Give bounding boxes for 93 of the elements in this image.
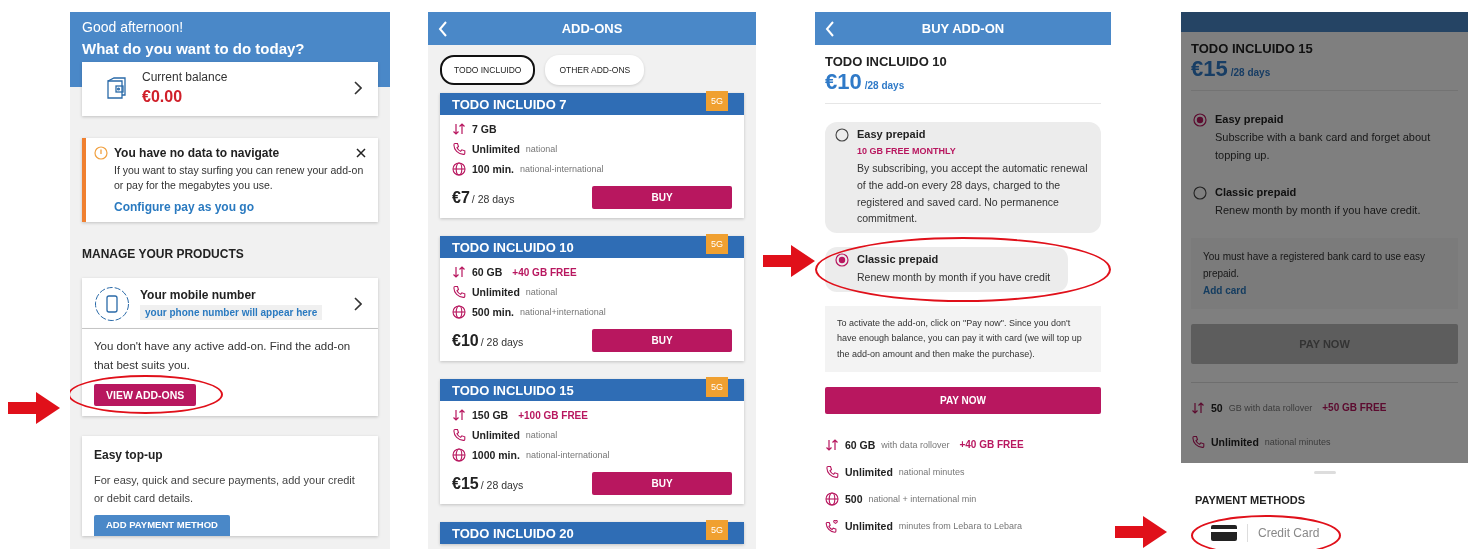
free-extra-label: +40 GB FREE bbox=[959, 439, 1024, 451]
price-period: /28 days bbox=[864, 80, 905, 91]
screen-title: BUY ADD-ON bbox=[920, 21, 1006, 36]
feature-value: 500 min. bbox=[472, 306, 515, 318]
plan-name: TODO INCLUIDO 10 bbox=[452, 239, 574, 255]
feature-value: 60 GB bbox=[472, 266, 503, 278]
view-addons-button[interactable]: VIEW ADD-ONS bbox=[94, 384, 197, 407]
configure-link[interactable]: Configure pay as you go bbox=[94, 200, 254, 215]
pay-now-button[interactable]: PAY NOW bbox=[825, 386, 1101, 414]
feature-detail: national minutes bbox=[1264, 436, 1331, 447]
balance-amount: €0.00 bbox=[142, 88, 184, 106]
feature-detail: national bbox=[525, 144, 558, 154]
option-text: Renew month by month if you have credit bbox=[857, 270, 1051, 286]
buy-button[interactable]: BUY bbox=[592, 329, 732, 352]
plan-price: €15 bbox=[1191, 56, 1228, 81]
5g-badge: 5G bbox=[706, 520, 728, 540]
notice-text: You must have a registered bank card to use easy prepaid. bbox=[1203, 250, 1425, 279]
5g-badge: 5G bbox=[706, 91, 728, 111]
addon-message: You don't have any active add-on. Find the add-on that best suits you. bbox=[94, 339, 352, 373]
feature-detail: minutes from Lebara to Lebara bbox=[898, 520, 1022, 531]
plan-option[interactable]: Classic prepaid Renew month by month if you have credit. bbox=[1191, 182, 1458, 224]
plan-price: €15 bbox=[452, 474, 479, 492]
plan-price: €7 bbox=[452, 188, 470, 206]
plan-price: €10 bbox=[825, 69, 862, 94]
option-text: By subscribing, you accept the automatic renewal of the add-on every 28 days, charged to the registered and saved card. No permanence commitment. bbox=[857, 161, 1089, 227]
feature-detail: national + international min bbox=[868, 493, 977, 504]
price-period: / 28 days bbox=[480, 478, 524, 491]
add-payment-button[interactable]: ADD PAYMENT METHOD bbox=[94, 515, 230, 537]
option-title: Easy prepaid bbox=[857, 128, 927, 140]
feature-value: Unlimited bbox=[472, 429, 520, 441]
buy-button[interactable]: BUY bbox=[592, 472, 732, 495]
free-extra-label: +40 GB FREE bbox=[512, 266, 577, 278]
plan-option[interactable]: Classic prepaid Renew month by month if you have credit bbox=[825, 247, 1068, 292]
balance-label: Current balance bbox=[142, 70, 229, 84]
5g-badge: 5G bbox=[706, 377, 728, 397]
method-label: Credit Card bbox=[1258, 526, 1320, 540]
buy-button[interactable]: BUY bbox=[592, 186, 732, 209]
sheet-title: PAYMENT METHODS bbox=[1195, 494, 1306, 506]
5g-badge: 5G bbox=[706, 234, 728, 254]
feature-detail: national bbox=[525, 430, 558, 440]
feature-value: 1000 min. bbox=[472, 449, 520, 461]
payment-method[interactable]: Credit Card bbox=[1195, 520, 1336, 546]
phone-number-hint: your phone number will appear here bbox=[140, 305, 323, 321]
option-highlight: 10 GB FREE MONTHLY bbox=[857, 146, 957, 156]
feature-value: Unlimited bbox=[845, 465, 893, 478]
feature-detail: national-international bbox=[520, 164, 604, 174]
feature-value: 100 min. bbox=[472, 163, 515, 175]
header-title: What do you want to do today? bbox=[82, 40, 306, 57]
feature-detail: national+international bbox=[520, 307, 606, 317]
topup-text: For easy, quick and secure payments, add your credit or debit card details. bbox=[94, 473, 356, 506]
feature-value: Unlimited bbox=[472, 286, 520, 298]
option-title: Easy prepaid bbox=[1215, 113, 1285, 125]
feature-value: 50 bbox=[1211, 401, 1223, 414]
option-text: Renew month by month if you have credit. bbox=[1215, 203, 1421, 219]
feature-detail: with data rollover bbox=[881, 439, 950, 450]
alert-title: You have no data to navigate bbox=[114, 146, 281, 160]
plan-name: TODO INCLUIDO 15 bbox=[452, 382, 574, 398]
screen-title: ADD-ONS bbox=[560, 21, 624, 36]
mobile-title: Your mobile number bbox=[140, 288, 257, 303]
mobile-number-card[interactable]: Your mobile number your phone number will appear here bbox=[82, 278, 378, 330]
topup-title: Easy top-up bbox=[94, 448, 164, 463]
free-extra-label: +50 GB FREE bbox=[1322, 402, 1387, 414]
feature-value: 150 GB bbox=[472, 409, 509, 421]
plan-name: TODO INCLUIDO 20 bbox=[452, 525, 574, 541]
option-title: Classic prepaid bbox=[1215, 186, 1298, 199]
option-text: Subscribe with a bank card and forget about topping up. bbox=[1215, 130, 1432, 163]
feature-value: 60 GB bbox=[845, 438, 876, 451]
feature-detail: national bbox=[525, 287, 558, 297]
notice-text: To activate the add-on, click on "Pay now". Since you don't have enough balance, you can pay it with card (we will top up the add-on amount and then make the purchase). bbox=[837, 318, 1082, 359]
feature-value: Unlimited bbox=[1211, 435, 1259, 448]
plan-name: TODO INCLUIDO 7 bbox=[452, 96, 567, 112]
filter-tab[interactable]: OTHER ADD-ONS bbox=[545, 55, 645, 85]
section-title: MANAGE YOUR PRODUCTS bbox=[82, 247, 245, 262]
alert-text: If you want to stay surfing you can renew your add-on or pay for the megabytes you use. bbox=[113, 163, 365, 194]
plan-price: €10 bbox=[452, 331, 479, 349]
plan-name: TODO INCLUIDO 10 bbox=[825, 54, 948, 69]
price-period: /28 days bbox=[1230, 67, 1271, 78]
option-title: Classic prepaid bbox=[857, 253, 940, 266]
plan-option[interactable]: Easy prepaid Subscribe with a bank card and forget about topping up. bbox=[1191, 109, 1458, 169]
feature-value: Unlimited bbox=[845, 519, 893, 532]
plan-name: TODO INCLUIDO 15 bbox=[1191, 41, 1314, 56]
feature-detail: national minutes bbox=[898, 466, 965, 477]
free-extra-label: +100 GB FREE bbox=[518, 409, 588, 421]
price-period: / 28 days bbox=[480, 335, 524, 348]
balance-card[interactable]: Current balance €0.00 bbox=[82, 62, 378, 116]
feature-value: Unlimited bbox=[472, 143, 520, 155]
filter-tab[interactable]: TODO INCLUIDO bbox=[440, 55, 536, 85]
price-period: / 28 days bbox=[471, 192, 515, 205]
feature-detail: national-international bbox=[525, 450, 610, 460]
plan-option[interactable]: Easy prepaid 10 GB FREE MONTHLY By subscribing, you accept the automatic renewal of the add-on every 28 days, charged to the registered and saved card. No permanence commitment. bbox=[825, 122, 1101, 234]
greeting: Good afternoon! bbox=[82, 19, 185, 35]
feature-value: 7 GB bbox=[472, 123, 497, 135]
feature-value: 500 bbox=[845, 492, 863, 505]
